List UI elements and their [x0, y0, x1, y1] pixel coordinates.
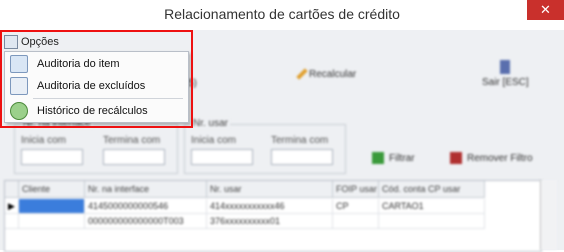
exit-icon [500, 60, 511, 74]
remover-filtro-button[interactable]: Remover Filtro [450, 152, 533, 164]
col-nr-interface[interactable]: Nr. na interface [85, 181, 207, 198]
table-cell[interactable] [379, 214, 485, 229]
row-indicator-header [5, 181, 19, 198]
filtrar-button[interactable]: Filtrar [372, 152, 415, 164]
filtrar-label: Filtrar [389, 152, 415, 164]
col-nr-usar[interactable]: Nr. usar [207, 181, 333, 198]
inicia-label-1: Inicia com [21, 135, 67, 146]
inicia-input-2[interactable] [191, 149, 253, 165]
col-cliente[interactable]: Cliente [19, 181, 85, 198]
inicia-input-1[interactable] [21, 149, 83, 165]
data-grid: Cliente Nr. na interface Nr. usar FOIP u… [4, 180, 542, 252]
filter-group-usar: Nr. usar Inicia com Termina com [184, 118, 346, 174]
filter-group-interface: Nr. na interface Inicia com Termina com [14, 118, 178, 174]
col-foip[interactable]: FOIP usar [333, 181, 379, 198]
termina-label-2: Termina com [271, 135, 329, 146]
table-cell[interactable] [19, 214, 85, 229]
table-cell[interactable]: 4145000000000546 [85, 199, 207, 214]
col-cod-conta[interactable]: Cód. conta CP usar [379, 181, 485, 198]
table-cell[interactable]: CP [333, 199, 379, 214]
close-button[interactable]: ✕ [527, 0, 564, 20]
table-cell[interactable]: 000000000000000T003 [85, 214, 207, 229]
funnel-remove-icon [450, 152, 462, 164]
funnel-icon [372, 152, 384, 164]
termina-input-1[interactable] [103, 149, 165, 165]
recalcular-button[interactable]: Recalcular [296, 68, 357, 80]
row-indicator [5, 214, 19, 229]
sair-button[interactable]: Sair [ESC] [482, 60, 529, 88]
table-cell[interactable]: CARTAO1 [379, 199, 485, 214]
table-cell[interactable] [333, 214, 379, 229]
highlight-box [0, 30, 193, 128]
current-row-indicator: ▶ [5, 199, 19, 214]
table-cell[interactable]: 376xxxxxxxxxx01 [207, 214, 333, 229]
window-title: Relacionamento de cartões de crédito [164, 6, 400, 22]
vertical-scrollbar[interactable] [540, 180, 557, 250]
title-bar: Relacionamento de cartões de crédito ✕ [0, 0, 564, 30]
table-cell[interactable] [19, 199, 85, 214]
inicia-label-2: Inicia com [191, 135, 237, 146]
recalcular-label: Recalcular [309, 68, 357, 80]
sair-label: Sair [ESC] [482, 77, 529, 88]
termina-input-2[interactable] [271, 149, 333, 165]
filter-group-usar-title: Nr. usar [191, 118, 231, 129]
termina-label-1: Termina com [103, 135, 161, 146]
remover-filtro-label: Remover Filtro [467, 152, 533, 164]
table-cell[interactable]: 414xxxxxxxxxxx46 [207, 199, 333, 214]
